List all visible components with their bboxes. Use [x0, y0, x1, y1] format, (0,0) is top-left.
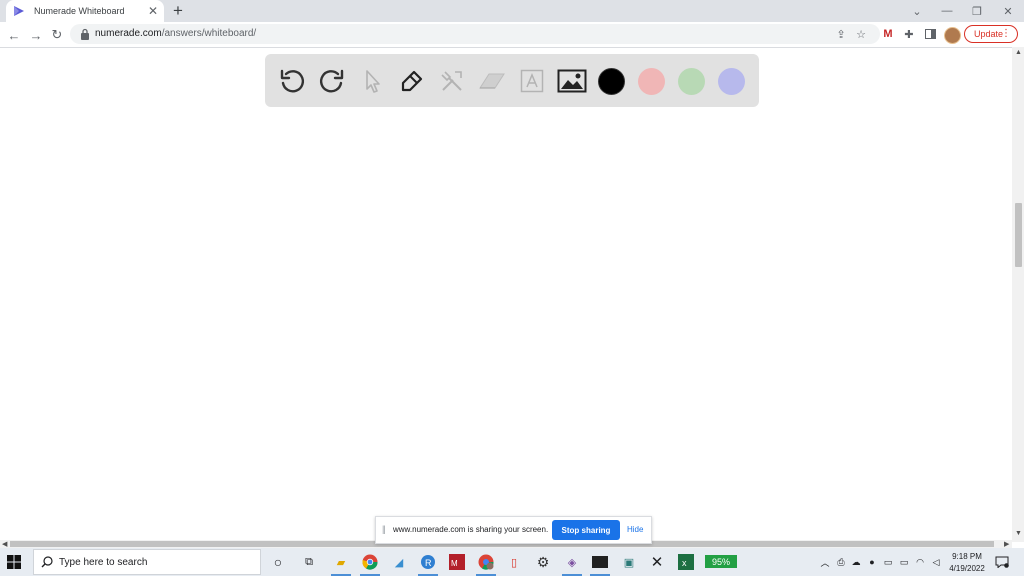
redo-icon[interactable] — [315, 64, 349, 98]
share-icon[interactable]: ⇪ — [834, 27, 848, 41]
forward-icon[interactable]: → — [27, 26, 45, 44]
browser-tab[interactable]: Numerade Whiteboard ✕ — [6, 0, 164, 22]
text-icon[interactable] — [515, 64, 549, 98]
profile-avatar[interactable] — [944, 27, 961, 44]
restore-icon[interactable]: ❐ — [962, 0, 992, 22]
share-message: www.numerade.com is sharing your screen. — [393, 525, 549, 534]
whiteboard-toolbar — [265, 54, 759, 107]
settings-gear-icon[interactable]: ⚙ — [533, 552, 553, 572]
window-app-icon[interactable]: ▣ — [619, 552, 639, 572]
vertical-scrollbar[interactable] — [1012, 47, 1024, 542]
tab-close-icon[interactable]: ✕ — [148, 5, 158, 17]
terminal-app-icon[interactable] — [590, 552, 610, 572]
onedrive-icon[interactable]: ☁ — [850, 556, 862, 568]
chrome-profile-icon[interactable] — [476, 552, 496, 572]
clock-time: 9:18 PM — [952, 552, 982, 561]
scroll-down-icon[interactable]: ▼ — [1015, 530, 1022, 537]
x-app-icon[interactable]: ✕ — [647, 552, 667, 572]
url-text: numerade.com/answers/whiteboard/ — [95, 28, 256, 39]
browser-toolbar: ← → ↻ numerade.com/answers/whiteboard/ ⇪… — [0, 22, 1024, 48]
lock-icon — [81, 28, 89, 40]
meet-now-icon[interactable]: ▭ — [882, 556, 894, 568]
whiteboard-app-icon[interactable]: ◢ — [389, 552, 409, 572]
color-green-swatch[interactable] — [678, 68, 705, 95]
tab-strip: Numerade Whiteboard ✕ + ⌄ — ❐ ✕ — [0, 0, 1024, 22]
image-icon[interactable] — [555, 64, 589, 98]
volume-icon[interactable]: ◁ — [930, 556, 942, 568]
system-clock[interactable]: 9:18 PM 4/19/2022 — [944, 551, 990, 575]
cortana-icon[interactable]: ○ — [268, 552, 288, 572]
back-icon[interactable]: ← — [5, 26, 23, 44]
wifi-icon[interactable]: ◠ — [914, 556, 926, 568]
select-pointer-icon[interactable] — [355, 64, 389, 98]
scroll-up-icon[interactable]: ▲ — [1015, 49, 1022, 56]
url-host: numerade.com — [95, 28, 162, 39]
url-path: /answers/whiteboard/ — [161, 28, 257, 39]
drag-handle-icon[interactable]: || — [382, 524, 386, 534]
task-view-icon[interactable]: ⧉ — [299, 552, 319, 572]
color-lavender-swatch[interactable] — [718, 68, 745, 95]
svg-text:M: M — [451, 559, 458, 568]
search-icon — [41, 556, 53, 568]
vpn-app-icon[interactable]: ◈ — [562, 552, 582, 572]
address-bar[interactable]: numerade.com/answers/whiteboard/ ⇪ ☆ — [70, 24, 880, 44]
numerade-extension-icon[interactable]: M — [881, 27, 895, 41]
new-tab-button[interactable]: + — [173, 2, 183, 20]
update-label: Update — [974, 29, 1004, 39]
reload-icon[interactable]: ↻ — [48, 26, 66, 44]
mcgraw-app-icon[interactable]: M — [447, 552, 467, 572]
notifications-icon[interactable] — [995, 556, 1009, 568]
clock-date: 4/19/2022 — [949, 564, 985, 573]
tab-title: Numerade Whiteboard — [34, 6, 125, 16]
search-placeholder: Type here to search — [59, 557, 148, 568]
undo-icon[interactable] — [275, 64, 309, 98]
tray-chevron-icon[interactable]: ︿ — [819, 556, 831, 568]
tray-device-icon[interactable]: ⎙ — [835, 556, 847, 568]
battery-icon[interactable]: ▭ — [898, 556, 910, 568]
color-black-swatch[interactable] — [598, 68, 625, 95]
bookmark-star-icon[interactable]: ☆ — [854, 27, 868, 41]
excel-icon[interactable]: x — [676, 552, 696, 572]
windows-start-icon[interactable] — [7, 555, 21, 569]
svg-text:R: R — [425, 558, 432, 568]
pdf-app-icon[interactable]: ▯ — [504, 552, 524, 572]
scroll-right-icon[interactable]: ▶ — [1004, 540, 1009, 548]
extensions-puzzle-icon[interactable]: ✚ — [902, 27, 916, 41]
scroll-left-icon[interactable]: ◀ — [2, 540, 7, 548]
svg-text:x: x — [682, 558, 687, 568]
chrome-icon[interactable] — [360, 552, 380, 572]
more-menu-icon[interactable]: ⋮ — [1001, 28, 1011, 40]
hide-link[interactable]: Hide — [627, 525, 643, 534]
file-explorer-icon[interactable]: ▰ — [331, 552, 351, 572]
close-icon[interactable]: ✕ — [993, 0, 1023, 22]
whiteboard-canvas[interactable] — [0, 108, 1012, 538]
pen-icon[interactable] — [395, 64, 429, 98]
stop-sharing-button[interactable]: Stop sharing — [552, 520, 620, 540]
update-button[interactable]: Update ⋮ — [964, 25, 1018, 43]
taskbar-search[interactable]: Type here to search — [33, 549, 261, 575]
battery-app-badge[interactable]: 95% — [705, 555, 737, 568]
minimize-icon[interactable]: — — [932, 0, 962, 22]
numerade-logo-icon — [14, 6, 24, 16]
microphone-icon[interactable]: ● — [866, 556, 878, 568]
vertical-scroll-thumb[interactable] — [1015, 203, 1022, 267]
eraser-icon[interactable] — [475, 64, 509, 98]
tab-search-icon[interactable]: ⌄ — [902, 0, 932, 22]
taskbar: Type here to search ○ ⧉ ▰ ◢ R M ▯ ⚙ ◈ ▣ … — [0, 548, 1024, 576]
color-pink-swatch[interactable] — [638, 68, 665, 95]
r-app-icon[interactable]: R — [418, 552, 438, 572]
side-panel-icon[interactable] — [923, 27, 937, 41]
screen-share-banner: || www.numerade.com is sharing your scre… — [375, 516, 652, 544]
tools-icon[interactable] — [435, 64, 469, 98]
